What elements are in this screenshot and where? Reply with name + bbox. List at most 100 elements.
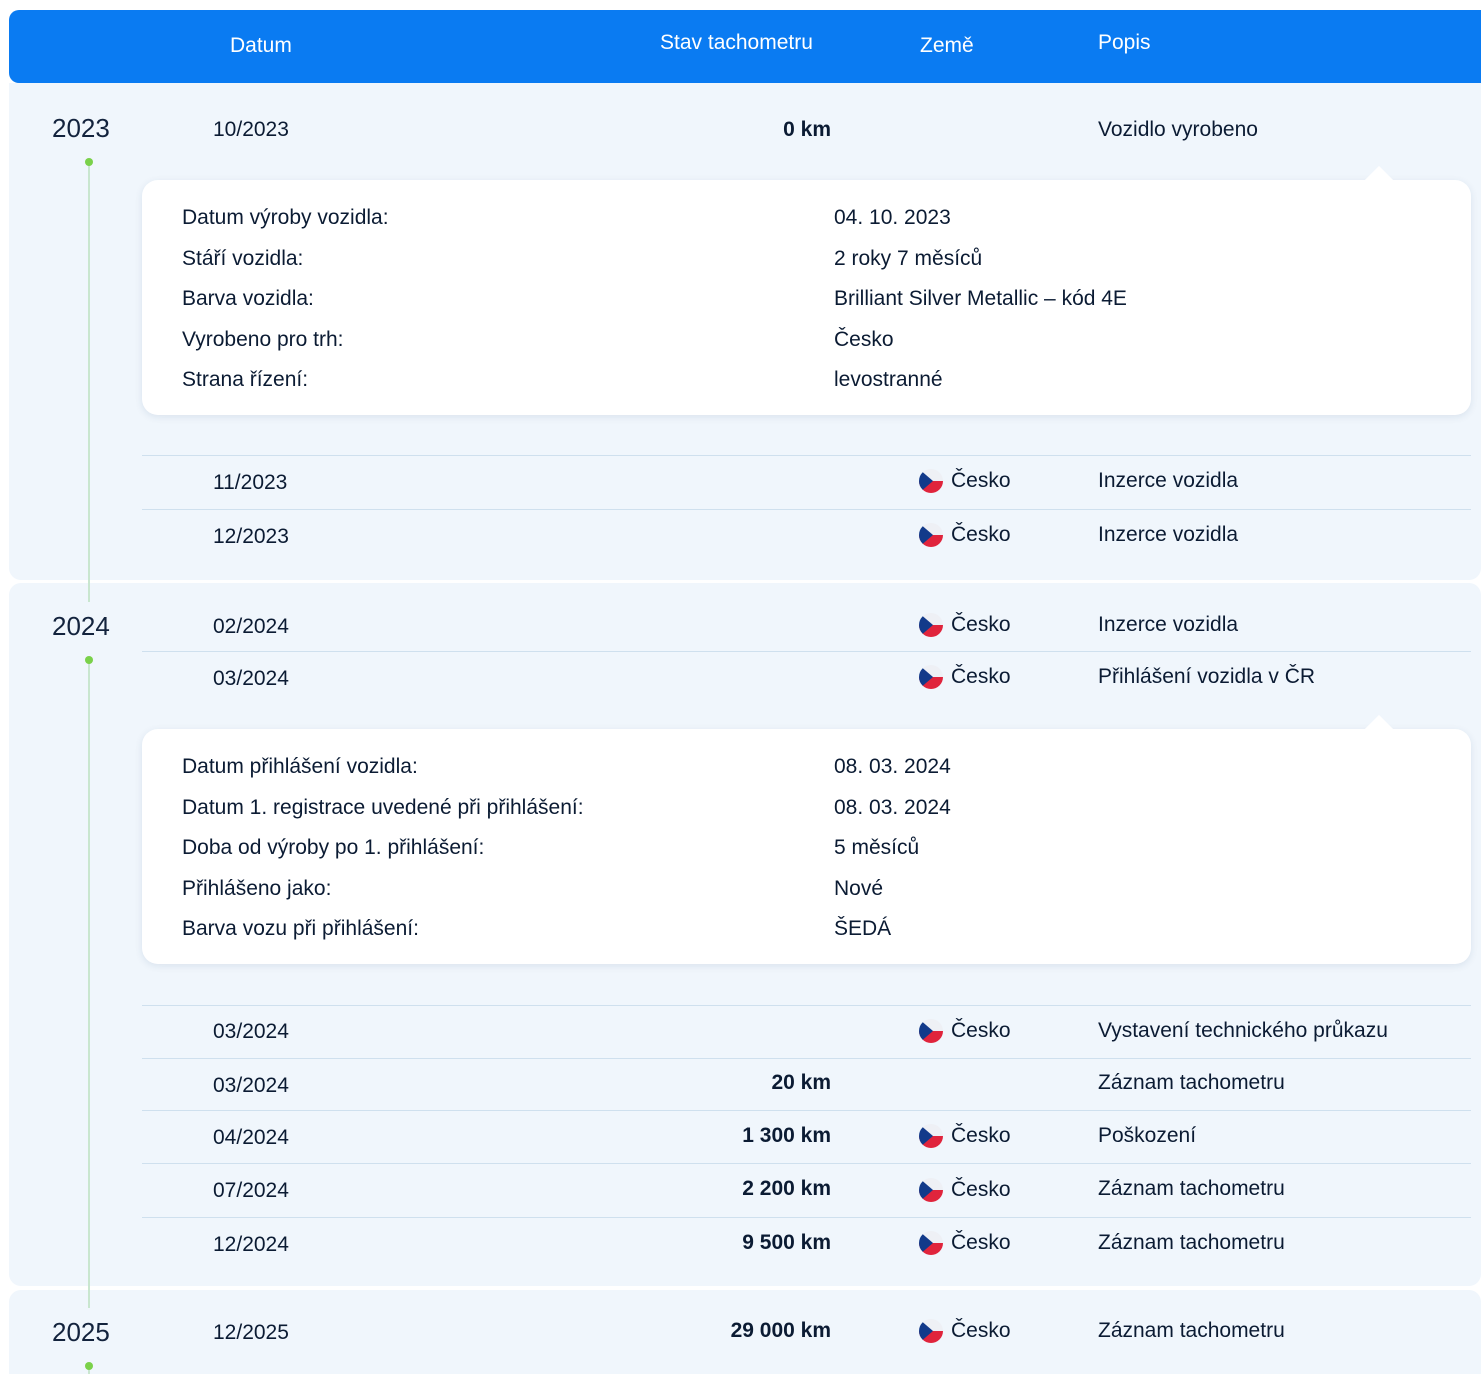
- detail-value: Brilliant Silver Metallic – kód 4E: [834, 287, 1127, 310]
- row-description: Inzerce vozidla: [1098, 523, 1239, 546]
- year-label: 2024: [52, 611, 110, 641]
- column-header-country: Země: [920, 34, 974, 57]
- column-header-date: Datum: [230, 34, 292, 57]
- czech-flag-icon: [919, 665, 943, 689]
- row-odometer: 2 200 km: [742, 1177, 831, 1200]
- row-country: Česko: [919, 1178, 1011, 1202]
- row-country-name: Česko: [951, 665, 1011, 688]
- row-country-name: Česko: [951, 1231, 1011, 1254]
- timeline-row[interactable]: 07/2024 2 200 km Česko Záznam tachometru: [142, 1163, 1471, 1216]
- timeline-row[interactable]: 12/2023 Česko Inzerce vozidla: [142, 509, 1471, 562]
- detail-label: Vyrobeno pro trh:: [182, 328, 344, 351]
- timeline-header: Datum Stav tachometru Země Popis: [9, 10, 1481, 83]
- row-country: Česko: [919, 1124, 1011, 1148]
- row-date: 03/2024: [213, 1074, 289, 1097]
- detail-value: ŠEDÁ: [834, 917, 892, 940]
- detail-label: Barva vozidla:: [182, 287, 314, 310]
- timeline-row[interactable]: 04/2024 1 300 km Česko Poškození: [142, 1110, 1471, 1163]
- timeline-row[interactable]: 10/2023 0 km Vozidlo vyrobeno: [142, 105, 1471, 157]
- column-header-description: Popis: [1098, 31, 1151, 54]
- row-country: Česko: [919, 1019, 1011, 1043]
- timeline-line: [88, 660, 90, 1308]
- year-label: 2023: [52, 113, 110, 143]
- czech-flag-icon: [919, 523, 943, 547]
- detail-value: Česko: [834, 328, 894, 351]
- row-odometer: 20 km: [771, 1071, 831, 1094]
- row-country-name: Česko: [951, 1124, 1011, 1147]
- timeline-row[interactable]: 12/2024 9 500 km Česko Záznam tachometru: [142, 1217, 1471, 1270]
- row-description: Záznam tachometru: [1098, 1071, 1285, 1094]
- row-date: 07/2024: [213, 1179, 289, 1202]
- detail-label: Barva vozu při přihlášení:: [182, 917, 419, 940]
- row-description: Poškození: [1098, 1124, 1197, 1147]
- row-date: 04/2024: [213, 1126, 289, 1149]
- row-description: Inzerce vozidla: [1098, 469, 1239, 492]
- row-odometer: 0 km: [783, 118, 831, 141]
- detail-value: Nové: [834, 877, 884, 900]
- detail-value: levostranné: [834, 368, 943, 391]
- row-country: Česko: [919, 469, 1011, 493]
- detail-value: 08. 03. 2024: [834, 796, 951, 819]
- production-detail-card: Datum výroby vozidla: 04. 10. 2023 Stáří…: [142, 165, 1471, 415]
- row-country: Česko: [919, 613, 1011, 637]
- detail-label: Přihlášeno jako:: [182, 877, 332, 900]
- row-date: 12/2023: [213, 525, 289, 548]
- timeline-dot: [85, 656, 93, 664]
- czech-flag-icon: [919, 1231, 943, 1255]
- timeline-row[interactable]: 03/2024 Česko Vystavení technického průk…: [142, 1005, 1471, 1058]
- row-country-name: Česko: [951, 1019, 1011, 1042]
- row-description: Záznam tachometru: [1098, 1177, 1285, 1200]
- row-country: Česko: [919, 665, 1011, 689]
- row-date: 03/2024: [213, 1020, 289, 1043]
- timeline-row[interactable]: 11/2023 Česko Inzerce vozidla: [142, 455, 1471, 508]
- row-country-name: Česko: [951, 613, 1011, 636]
- detail-value: 04. 10. 2023: [834, 206, 951, 229]
- timeline-line: [88, 162, 90, 602]
- row-description: Přihlášení vozidla v ČR: [1098, 665, 1316, 688]
- czech-flag-icon: [919, 1019, 943, 1043]
- row-date: 03/2024: [213, 667, 289, 690]
- timeline-dot: [85, 158, 93, 166]
- row-country: Česko: [919, 523, 1011, 547]
- detail-value: 5 měsíců: [834, 836, 920, 859]
- row-country: Česko: [919, 1231, 1011, 1255]
- detail-value: 2 roky 7 měsíců: [834, 247, 983, 270]
- row-odometer: 29 000 km: [730, 1319, 831, 1342]
- row-description: Záznam tachometru: [1098, 1319, 1285, 1342]
- row-date: 02/2024: [213, 615, 289, 638]
- row-description: Vozidlo vyrobeno: [1098, 118, 1258, 141]
- detail-label: Datum výroby vozidla:: [182, 206, 389, 229]
- row-odometer: 1 300 km: [742, 1124, 831, 1147]
- row-odometer: 9 500 km: [742, 1231, 831, 1254]
- czech-flag-icon: [919, 613, 943, 637]
- row-description: Záznam tachometru: [1098, 1231, 1285, 1254]
- czech-flag-icon: [919, 1319, 943, 1343]
- timeline-row[interactable]: 03/2024 20 km Záznam tachometru: [142, 1058, 1471, 1111]
- czech-flag-icon: [919, 1124, 943, 1148]
- timeline-dot: [85, 1362, 93, 1370]
- detail-label: Strana řízení:: [182, 368, 309, 391]
- czech-flag-icon: [919, 469, 943, 493]
- timeline-row[interactable]: 12/2025 29 000 km Česko Záznam tachometr…: [142, 1307, 1471, 1359]
- row-description: Vystavení technického průkazu: [1098, 1019, 1388, 1042]
- column-header-odometer: Stav tachometru: [660, 31, 813, 54]
- row-country-name: Česko: [951, 1319, 1011, 1342]
- registration-detail-card: Datum přihlášení vozidla: 08. 03. 2024 D…: [142, 714, 1471, 964]
- row-country-name: Česko: [951, 469, 1011, 492]
- row-date: 11/2023: [213, 471, 288, 494]
- timeline-row[interactable]: 02/2024 Česko Inzerce vozidla: [142, 600, 1471, 652]
- row-date: 12/2024: [213, 1233, 289, 1256]
- detail-label: Datum přihlášení vozidla:: [182, 755, 418, 778]
- row-date: 12/2025: [213, 1321, 289, 1344]
- row-country-name: Česko: [951, 1178, 1011, 1201]
- detail-value: 08. 03. 2024: [834, 755, 951, 778]
- timeline-row[interactable]: 03/2024 Česko Přihlášení vozidla v ČR: [142, 651, 1471, 704]
- czech-flag-icon: [919, 1178, 943, 1202]
- detail-label: Datum 1. registrace uvedené při přihláše…: [182, 796, 584, 819]
- row-description: Inzerce vozidla: [1098, 613, 1239, 636]
- row-date: 10/2023: [213, 118, 289, 141]
- row-country: Česko: [919, 1319, 1011, 1343]
- row-country-name: Česko: [951, 523, 1011, 546]
- detail-label: Doba od výroby po 1. přihlášení:: [182, 836, 485, 859]
- detail-label: Stáří vozidla:: [182, 247, 304, 270]
